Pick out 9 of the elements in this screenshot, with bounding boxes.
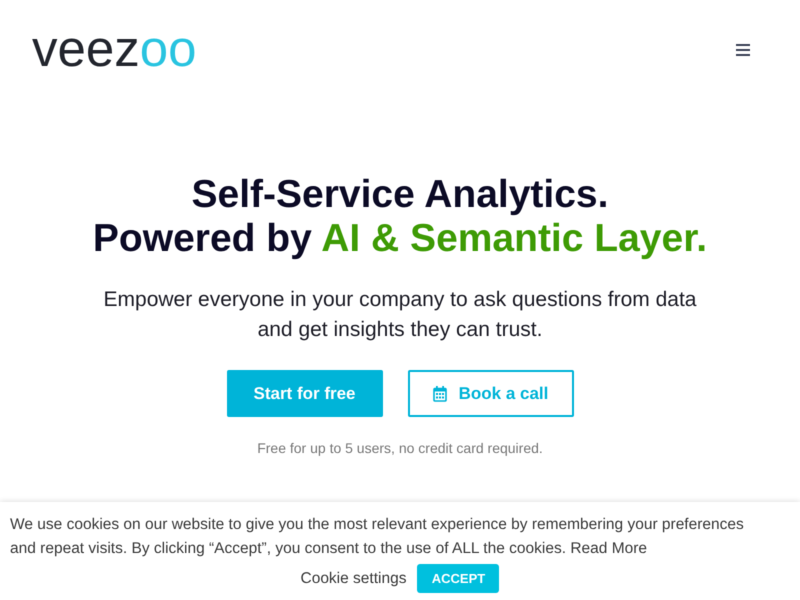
calendar-icon [432,386,447,402]
hero-subtitle: Empower everyone in your company to ask questions from data and get insights they can trust. [102,287,698,343]
menu-icon[interactable] [736,44,750,56]
read-more-link[interactable]: Read More [570,540,648,557]
cookie-message: We use cookies on our website to give you the most relevant experience by remembering your preferences and repeat visits. By clicking “Accept”, you consent to the use of ALL the cookies. Read More [10,515,745,559]
free-plan-note: Free for up to 5 users, no credit card required. [257,440,543,456]
cookie-settings-link[interactable]: Cookie settings [300,570,406,588]
logo[interactable]: veezoo [32,22,196,74]
headline: Self-Service Analytics. Powered by AI & Semantic Layer. [92,173,708,261]
